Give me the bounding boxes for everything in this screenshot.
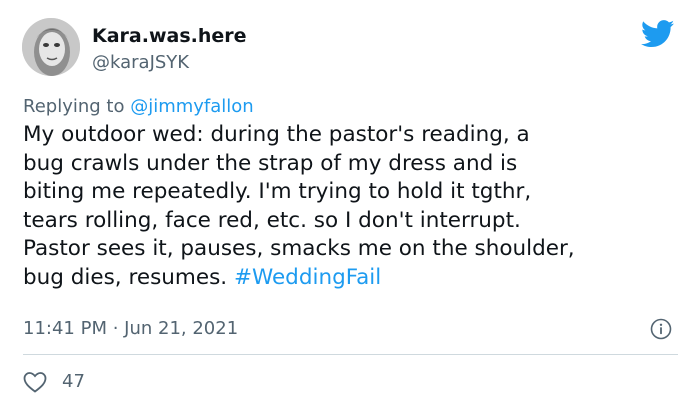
heart-icon[interactable] xyxy=(22,370,48,394)
tweet-timestamp[interactable]: 11:41 PM · Jun 21, 2021 xyxy=(23,318,238,340)
tweet-date: Jun 21, 2021 xyxy=(124,318,239,339)
meta-separator: · xyxy=(106,318,125,339)
user-handle[interactable]: @karaJSYK xyxy=(92,52,189,74)
tweet-line: biting me repeatedly. I'm trying to hold… xyxy=(23,179,532,205)
mention-link[interactable]: @jimmyfallon xyxy=(130,96,254,117)
info-icon[interactable] xyxy=(650,318,672,340)
hashtag-link[interactable]: #WeddingFail xyxy=(234,265,381,290)
like-count[interactable]: 47 xyxy=(62,371,85,393)
replying-to: Replying to @jimmyfallon xyxy=(23,96,254,118)
tweet-last-line: bug dies, resumes. #WeddingFail xyxy=(23,264,691,293)
divider xyxy=(23,354,678,355)
tweet-card: Kara.was.here @karaJSYK Replying to @jim… xyxy=(0,0,700,411)
avatar[interactable] xyxy=(22,18,80,76)
tweet-time: 11:41 PM xyxy=(23,318,107,339)
replying-to-label: Replying to xyxy=(23,96,131,117)
tweet-line: tears rolling, face red, etc. so I don't… xyxy=(23,207,521,233)
tweet-line: bug dies, resumes. xyxy=(23,264,234,290)
tweet-text: My outdoor wed: during the pastor's read… xyxy=(23,121,691,293)
tweet-line: bug crawls under the strap of my dress a… xyxy=(23,150,518,176)
tweet-line: My outdoor wed: during the pastor's read… xyxy=(23,122,530,147)
tweet-line: Pastor sees it, pauses, smacks me on the… xyxy=(23,236,575,262)
twitter-bird-icon[interactable] xyxy=(641,20,675,48)
display-name[interactable]: Kara.was.here xyxy=(92,25,247,47)
